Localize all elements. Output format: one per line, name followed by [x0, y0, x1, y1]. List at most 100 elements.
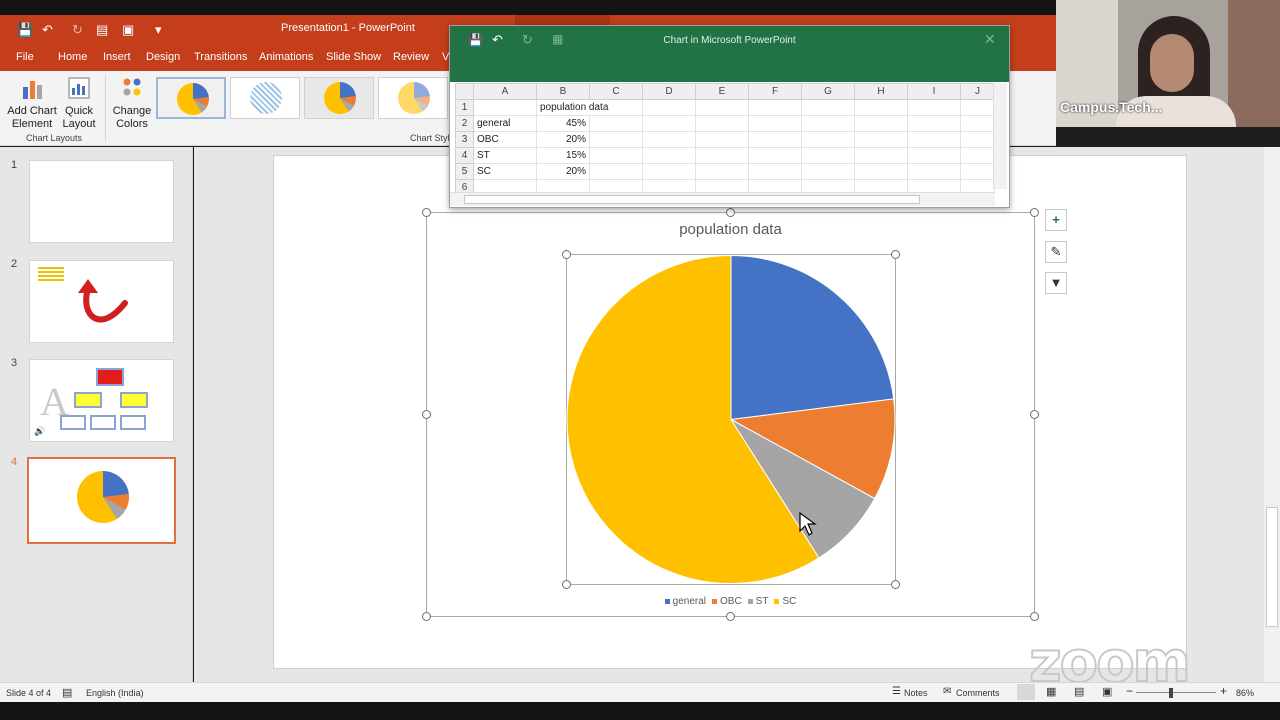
customize-quick-access-icon[interactable]: ▾: [155, 22, 162, 38]
plot-resize-handle[interactable]: [891, 250, 900, 259]
plot-area[interactable]: [562, 250, 900, 589]
chart-resize-handle[interactable]: [422, 208, 431, 217]
change-colors-button[interactable]: Change Colors: [112, 75, 152, 131]
pie-slice-general[interactable]: [730, 254, 895, 421]
slide-counter: Slide 4 of 4: [6, 688, 52, 698]
screenshot-icon[interactable]: ▣: [122, 22, 134, 38]
column-header[interactable]: A: [473, 83, 537, 100]
slide-thumbnail-4[interactable]: [27, 457, 176, 544]
row-header[interactable]: 1: [455, 99, 474, 116]
comments-button[interactable]: Comments: [956, 688, 1000, 698]
menu-design[interactable]: Design: [146, 51, 180, 63]
chart-resize-handle[interactable]: [422, 410, 431, 419]
zoom-out-icon[interactable]: −: [1126, 684, 1133, 698]
chart-style-4[interactable]: [378, 77, 448, 119]
vertical-scrollbar[interactable]: [1264, 147, 1280, 682]
cell[interactable]: 45%: [536, 115, 590, 132]
cell[interactable]: 20%: [536, 163, 590, 180]
zoom-in-icon[interactable]: +: [1220, 684, 1227, 698]
brush-icon: ✎: [1050, 244, 1062, 259]
column-header[interactable]: C: [589, 83, 643, 100]
menu-insert[interactable]: Insert: [103, 51, 131, 63]
legend-item-sc[interactable]: SC: [774, 596, 796, 607]
plot-resize-handle[interactable]: [562, 580, 571, 589]
reading-view-icon[interactable]: ▤: [1074, 685, 1084, 698]
column-header[interactable]: B: [536, 83, 590, 100]
spell-check-icon[interactable]: ▤: [62, 686, 72, 699]
add-chart-element-button[interactable]: Add Chart Element: [6, 75, 58, 131]
notes-button[interactable]: Notes: [904, 688, 928, 698]
row-header[interactable]: 2: [455, 115, 474, 132]
chart-title[interactable]: population data: [427, 221, 1034, 238]
sheet-horizontal-scrollbar[interactable]: [450, 192, 995, 206]
chart-style-2[interactable]: [230, 77, 300, 119]
chart-object[interactable]: population data general OBC ST SC: [422, 208, 1039, 621]
chart-resize-handle[interactable]: [1030, 208, 1039, 217]
cell[interactable]: ST: [473, 147, 537, 164]
chart-style-3-preview: [324, 82, 356, 114]
slide-show-icon[interactable]: ▣: [1102, 685, 1112, 698]
close-icon[interactable]: ✕: [984, 31, 996, 48]
slide-sorter-icon[interactable]: ▦: [1046, 685, 1056, 698]
current-slide[interactable]: population data general OBC ST SC: [273, 155, 1187, 669]
row-header[interactable]: 5: [455, 163, 474, 180]
legend-item-obc[interactable]: OBC: [712, 596, 742, 607]
chart-resize-handle[interactable]: [726, 208, 735, 217]
cell[interactable]: 15%: [536, 147, 590, 164]
language-indicator[interactable]: English (India): [86, 688, 144, 698]
normal-view-icon[interactable]: [1017, 684, 1035, 700]
plot-resize-handle[interactable]: [891, 580, 900, 589]
chart-filters-button[interactable]: ▼: [1045, 272, 1067, 294]
legend-swatch: [664, 598, 670, 604]
chart-resize-handle[interactable]: [422, 612, 431, 621]
chart-resize-handle[interactable]: [1030, 612, 1039, 621]
column-header[interactable]: F: [748, 83, 802, 100]
chart-style-3[interactable]: [304, 77, 374, 119]
menu-file[interactable]: File: [16, 51, 34, 63]
menu-transitions[interactable]: Transitions: [194, 51, 247, 63]
column-header[interactable]: J: [960, 83, 995, 100]
chart-styles-button[interactable]: ✎: [1045, 241, 1067, 263]
cell[interactable]: general: [473, 115, 537, 132]
from-beginning-icon[interactable]: ▤: [96, 22, 108, 38]
chart-elements-button[interactable]: +: [1045, 209, 1067, 231]
change-colors-icon: [123, 78, 141, 96]
column-header[interactable]: E: [695, 83, 749, 100]
select-all-corner[interactable]: [455, 83, 474, 100]
row-header[interactable]: 4: [455, 147, 474, 164]
save-icon[interactable]: 💾: [17, 22, 33, 38]
menu-animations[interactable]: Animations: [259, 51, 313, 63]
redo-icon[interactable]: ↻: [72, 22, 83, 38]
scroll-thumb[interactable]: [1266, 507, 1278, 627]
legend-item-st[interactable]: ST: [747, 596, 768, 607]
cell[interactable]: population data: [536, 99, 643, 116]
column-header[interactable]: G: [801, 83, 855, 100]
legend-item-general[interactable]: general: [664, 596, 706, 607]
menu-slide-show[interactable]: Slide Show: [326, 51, 381, 63]
zoom-level[interactable]: 86%: [1236, 688, 1254, 698]
chart-resize-handle[interactable]: [726, 612, 735, 621]
slide-thumbnail-2[interactable]: [29, 260, 174, 343]
column-header[interactable]: D: [642, 83, 696, 100]
zoom-slider[interactable]: [1136, 692, 1216, 693]
cell[interactable]: [473, 99, 537, 116]
undo-icon[interactable]: ↶: [42, 22, 53, 38]
cell[interactable]: OBC: [473, 131, 537, 148]
sheet-vertical-scrollbar[interactable]: [993, 83, 1007, 189]
slide-thumbnail-1[interactable]: [29, 160, 174, 243]
cell[interactable]: SC: [473, 163, 537, 180]
chart-legend[interactable]: general OBC ST SC: [427, 596, 1034, 607]
column-header[interactable]: H: [854, 83, 908, 100]
sheet-scroll-thumb[interactable]: [464, 195, 920, 204]
quick-layout-button[interactable]: Quick Layout: [60, 75, 98, 131]
cell[interactable]: 20%: [536, 131, 590, 148]
plot-resize-handle[interactable]: [562, 250, 571, 259]
column-header[interactable]: I: [907, 83, 961, 100]
chart-resize-handle[interactable]: [1030, 410, 1039, 419]
menu-home[interactable]: Home: [58, 51, 87, 63]
menu-review[interactable]: Review: [393, 51, 429, 63]
row-header[interactable]: 3: [455, 131, 474, 148]
zoom-slider-thumb[interactable]: [1169, 688, 1173, 698]
chart-style-1[interactable]: [156, 77, 226, 119]
slide-thumbnail-3[interactable]: A 🔊: [29, 359, 174, 442]
